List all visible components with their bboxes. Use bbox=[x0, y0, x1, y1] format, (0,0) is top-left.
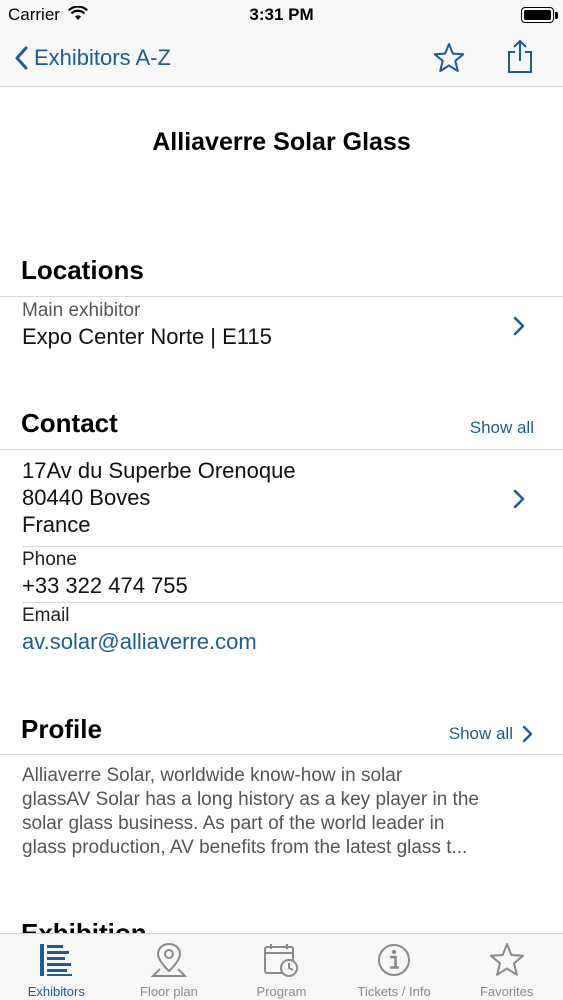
address-line: 80440 Boves bbox=[22, 485, 151, 510]
tab-exhibitors[interactable]: Exhibitors bbox=[0, 934, 113, 1000]
profile-show-all-link[interactable]: Show all bbox=[449, 724, 534, 744]
calendar-clock-icon bbox=[264, 944, 299, 977]
contact-header: Contact bbox=[21, 408, 118, 438]
profile-line: glass production, AV benefits from the l… bbox=[22, 837, 468, 858]
divider bbox=[0, 449, 563, 450]
tab-bar: Exhibitors Floor plan Program Tickets / … bbox=[0, 933, 563, 1000]
profile-line: solar glass business. As part of the wor… bbox=[22, 813, 445, 834]
contact-show-all-link[interactable]: Show all bbox=[470, 418, 534, 438]
divider bbox=[0, 754, 563, 755]
tab-label: Program bbox=[256, 984, 307, 999]
divider bbox=[22, 546, 563, 547]
chevron-left-icon bbox=[15, 46, 28, 70]
show-all-label: Show all bbox=[469, 418, 534, 437]
tab-program[interactable]: Program bbox=[225, 934, 338, 1000]
tab-tickets-info[interactable]: Tickets / Info bbox=[338, 934, 451, 1000]
profile-line: Alliaverre Solar, worldwide know-how in … bbox=[22, 765, 403, 786]
locations-header: Locations bbox=[21, 255, 144, 285]
chevron-right-icon bbox=[522, 725, 533, 743]
back-button[interactable]: Exhibitors A-Z bbox=[14, 40, 171, 76]
tab-label: Favorites bbox=[479, 984, 534, 999]
phone-value[interactable]: +33 322 474 755 bbox=[22, 573, 188, 599]
favorite-star-icon[interactable] bbox=[432, 41, 466, 75]
tab-favorites[interactable]: Favorites bbox=[450, 934, 563, 1000]
location-value: Expo Center Norte | E115 bbox=[22, 324, 272, 349]
navigation-bar: Exhibitors A-Z bbox=[0, 30, 563, 87]
profile-line: glassAV Solar has a long history as a ke… bbox=[22, 789, 479, 810]
status-bar: Carrier 3:31 PM bbox=[0, 0, 563, 30]
divider bbox=[0, 296, 563, 297]
battery-tip bbox=[555, 12, 558, 19]
exhibitor-detail[interactable]: Alliaverre Solar Glass Locations Main ex… bbox=[0, 88, 563, 933]
tab-label: Floor plan bbox=[139, 984, 198, 999]
show-all-label: Show all bbox=[448, 724, 513, 743]
tab-label: Tickets / Info bbox=[357, 984, 431, 999]
phone-label: Phone bbox=[22, 549, 77, 570]
star-icon bbox=[489, 943, 524, 976]
profile-description[interactable]: Alliaverre Solar, worldwide know-how in … bbox=[22, 764, 532, 860]
tab-label: Exhibitors bbox=[27, 984, 85, 999]
address-line: 17Av du Superbe Orenoque bbox=[22, 458, 296, 483]
battery-icon bbox=[521, 7, 554, 23]
tab-floor-plan[interactable]: Floor plan bbox=[113, 934, 226, 1000]
back-button-label: Exhibitors A-Z bbox=[34, 45, 171, 70]
clock: 3:31 PM bbox=[249, 5, 314, 24]
email-label: Email bbox=[22, 605, 70, 626]
email-link[interactable]: av.solar@alliaverre.com bbox=[22, 629, 257, 655]
exhibitor-name: Alliaverre Solar Glass bbox=[152, 128, 411, 156]
info-icon bbox=[378, 944, 411, 976]
profile-header: Profile bbox=[21, 714, 102, 744]
share-icon[interactable] bbox=[505, 39, 535, 75]
exhibition-header: Exhibition bbox=[21, 918, 147, 933]
map-pin-icon bbox=[150, 942, 188, 977]
location-label: Main exhibitor bbox=[22, 300, 141, 321]
address-line: France bbox=[22, 512, 91, 537]
list-icon bbox=[40, 944, 73, 976]
chevron-right-icon bbox=[513, 489, 525, 509]
chevron-right-icon bbox=[513, 316, 525, 336]
divider bbox=[22, 602, 563, 603]
